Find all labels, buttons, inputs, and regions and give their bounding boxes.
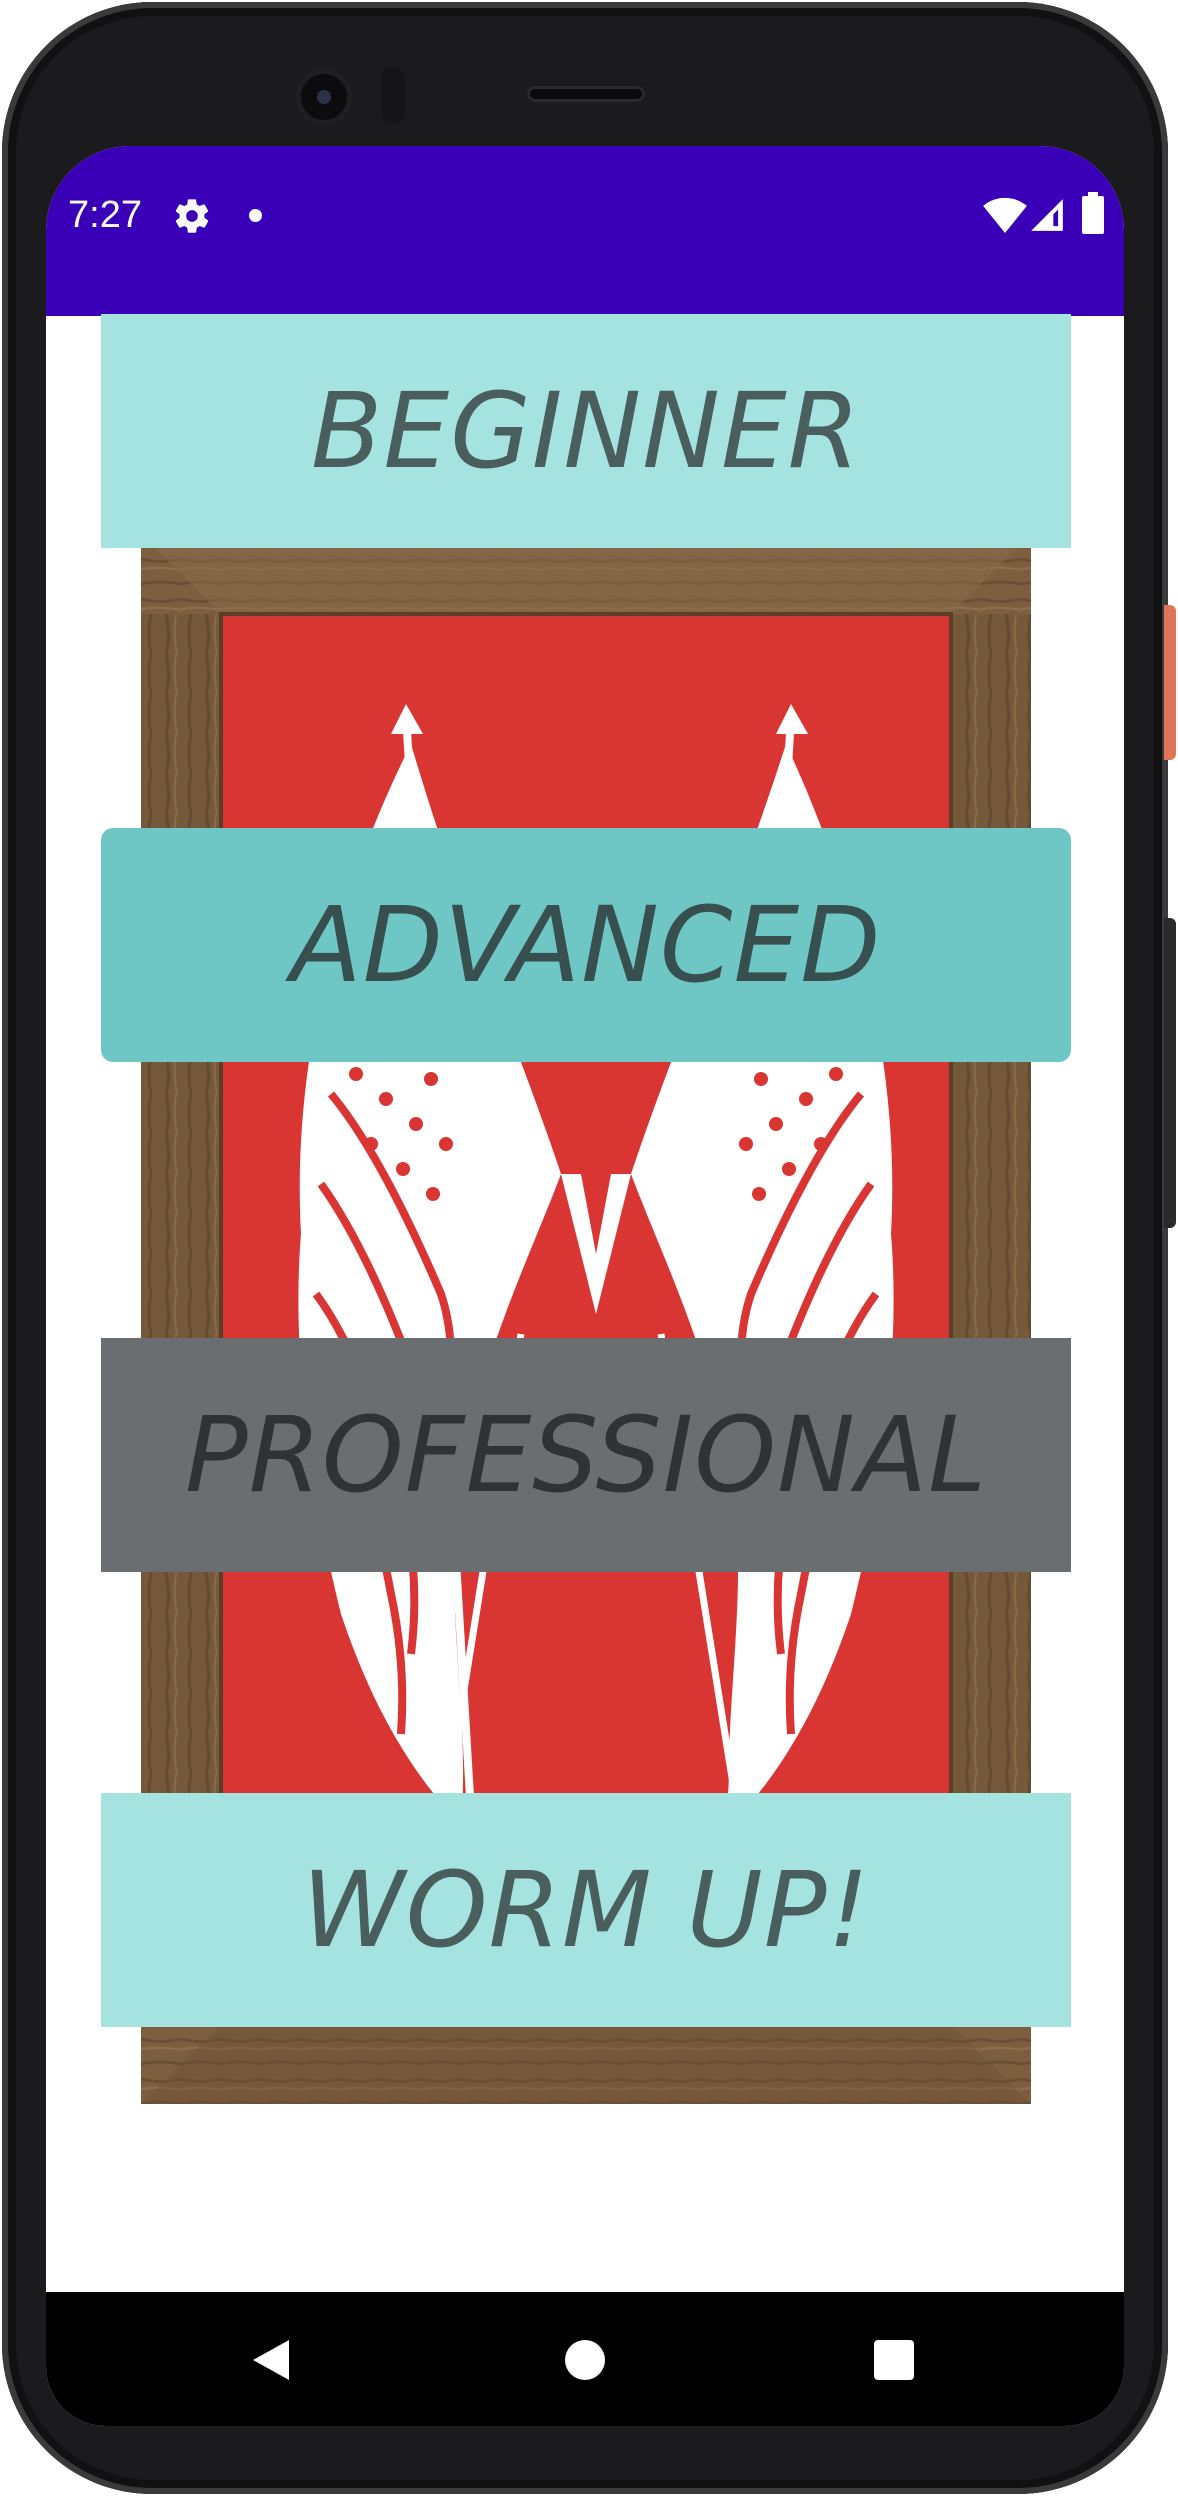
advanced-button[interactable]: ADVANCED	[101, 828, 1071, 1062]
status-time: 7:27	[68, 194, 142, 236]
recents-icon[interactable]	[874, 2340, 914, 2380]
earpiece-speaker	[527, 86, 645, 102]
settings-gear-icon	[175, 199, 209, 233]
proximity-sensor	[381, 66, 405, 124]
navigation-bar	[46, 2292, 1124, 2426]
warm-up-button[interactable]: WORM UP!	[101, 1793, 1071, 2027]
status-bar: 7:27	[46, 146, 1124, 316]
professional-button[interactable]: PROFESSIONAL	[101, 1338, 1071, 1572]
screen: 7:27 BEGINNER ADVANCED PROFESSIONAL WORM…	[46, 146, 1124, 2426]
back-icon[interactable]	[251, 2338, 291, 2382]
battery-icon	[1082, 192, 1104, 234]
main-content: BEGINNER ADVANCED PROFESSIONAL WORM UP!	[46, 314, 1124, 2292]
volume-button	[1164, 918, 1176, 1228]
home-icon[interactable]	[565, 2340, 605, 2380]
beginner-button[interactable]: BEGINNER	[101, 314, 1071, 548]
front-camera	[295, 68, 353, 126]
cell-signal-icon	[1031, 199, 1063, 231]
wifi-icon	[983, 197, 1027, 234]
notification-dot-icon	[249, 209, 262, 222]
power-button	[1164, 605, 1176, 760]
